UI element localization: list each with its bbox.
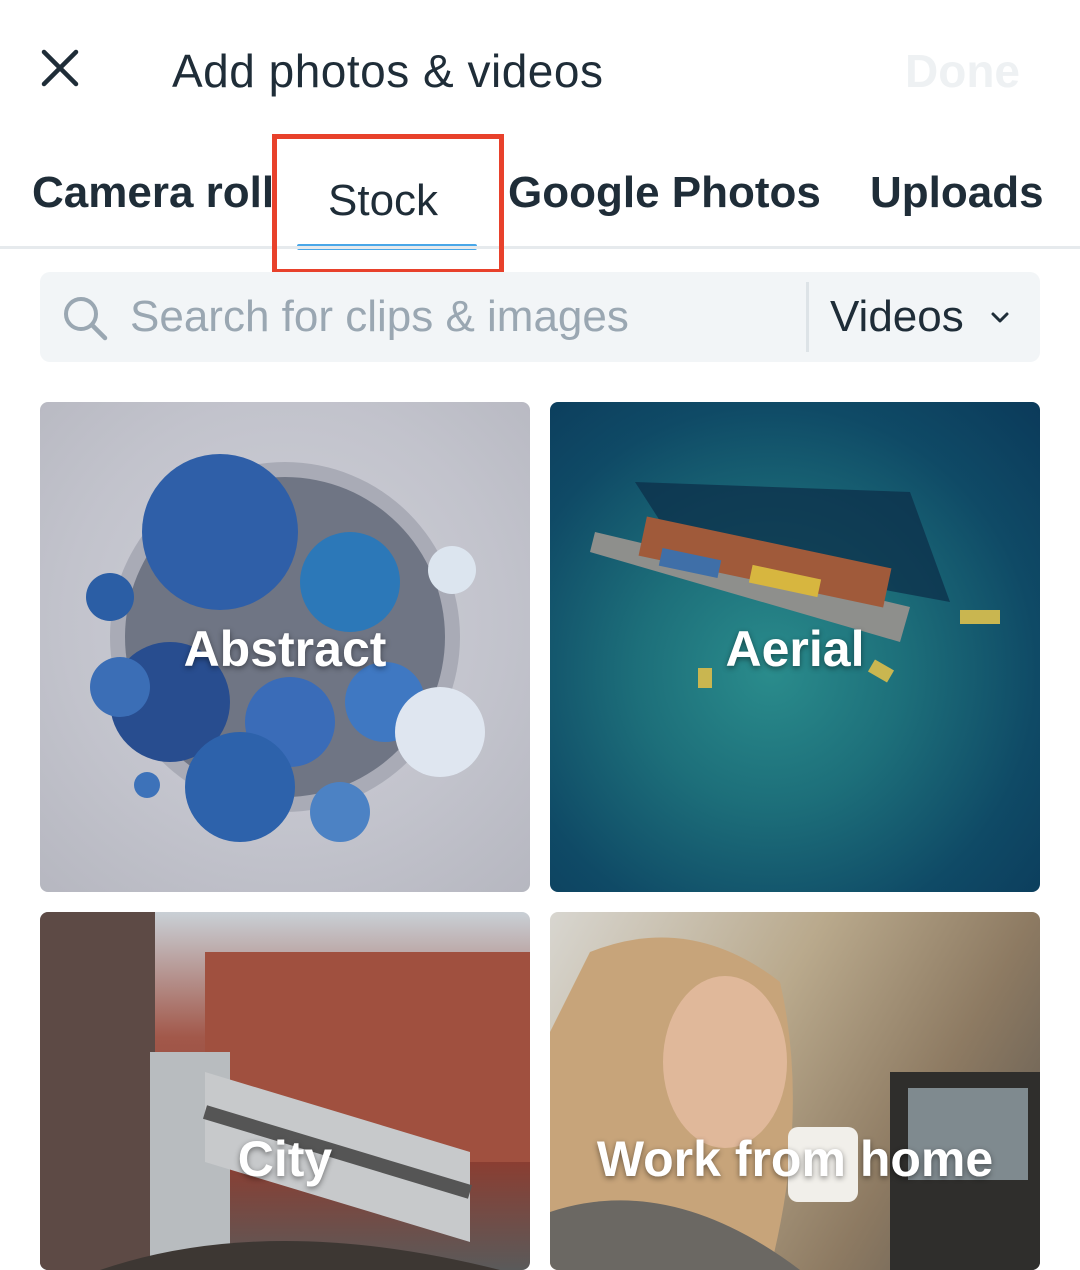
category-label: City xyxy=(237,1131,333,1187)
close-icon xyxy=(41,49,79,87)
done-button[interactable]: Done xyxy=(905,44,1020,98)
category-tile-work-from-home[interactable]: Work from home xyxy=(550,912,1040,1270)
category-tile-abstract[interactable]: Abstract xyxy=(40,402,530,892)
category-label: Work from home xyxy=(596,1131,994,1187)
category-tile-city[interactable]: City xyxy=(40,912,530,1270)
tabs-divider xyxy=(0,246,1080,249)
media-type-dropdown[interactable]: Videos xyxy=(830,272,1012,362)
search-bar: Videos xyxy=(40,272,1040,362)
close-button[interactable] xyxy=(28,36,92,100)
tab-stock[interactable]: Stock xyxy=(328,176,438,226)
category-tile-aerial[interactable]: Aerial xyxy=(550,402,1040,892)
search-input[interactable] xyxy=(130,272,800,362)
search-divider xyxy=(806,282,809,352)
top-bar: Add photos & videos Done xyxy=(0,0,1080,140)
category-label: Abstract xyxy=(183,621,387,677)
city-thumbnail xyxy=(40,912,530,1270)
work-from-home-thumbnail xyxy=(550,937,1040,1270)
tab-uploads[interactable]: Uploads xyxy=(870,168,1044,218)
tab-google-photos[interactable]: Google Photos xyxy=(508,168,821,218)
source-tabs: Camera roll Stock Google Photos Uploads xyxy=(0,140,1080,250)
category-label: Aerial xyxy=(725,621,865,677)
chevron-down-icon xyxy=(991,312,1009,323)
page-title: Add photos & videos xyxy=(172,45,604,97)
search-icon xyxy=(64,297,108,341)
tab-camera-roll[interactable]: Camera roll xyxy=(32,168,274,218)
media-type-label: Videos xyxy=(830,292,964,341)
